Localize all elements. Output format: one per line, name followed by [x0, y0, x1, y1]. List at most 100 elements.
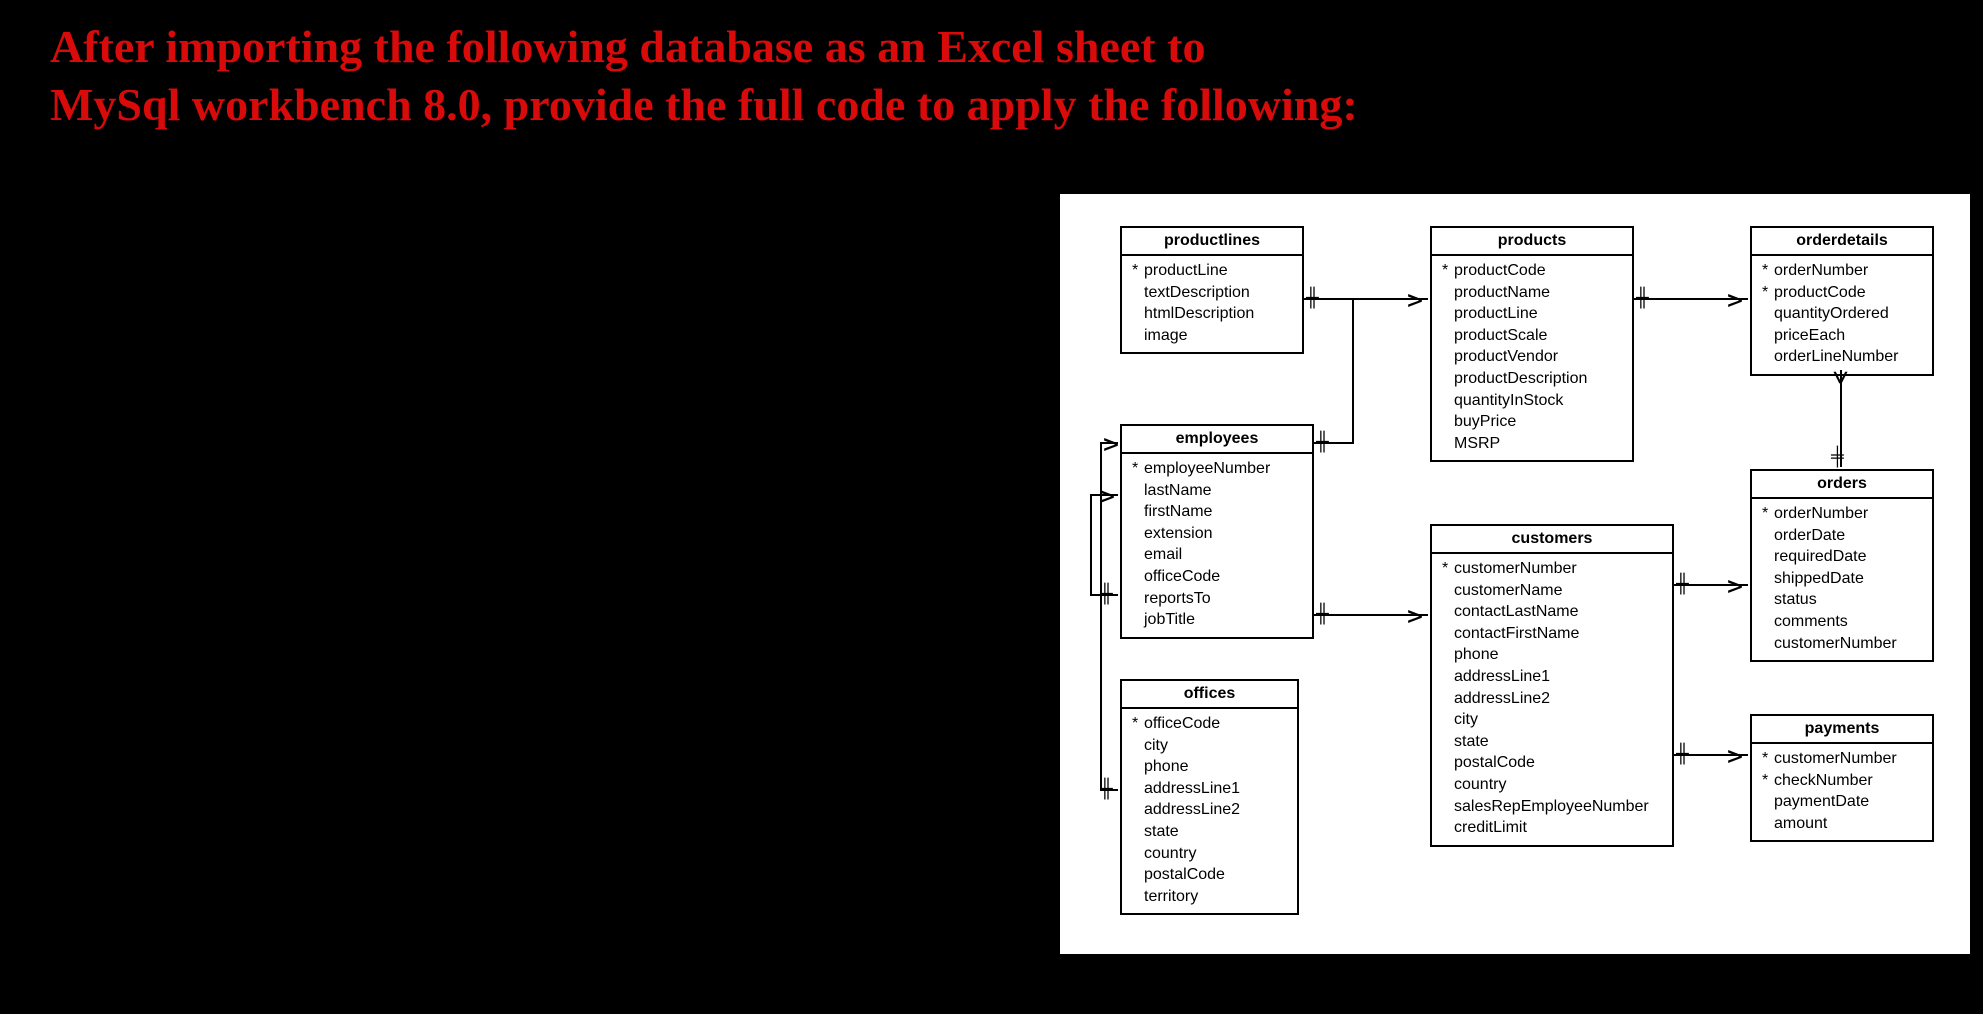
column-row: MSRP	[1442, 433, 1622, 455]
column-name: quantityInStock	[1454, 390, 1563, 412]
table-header: customers	[1432, 526, 1672, 554]
column-row: productLine	[1442, 303, 1622, 325]
pk-marker-icon	[1132, 609, 1140, 631]
column-row: creditLimit	[1442, 817, 1662, 839]
column-name: productLine	[1454, 303, 1538, 325]
column-row: postalCode	[1132, 864, 1287, 886]
pk-marker-icon: *	[1762, 282, 1770, 304]
pk-marker-icon	[1442, 774, 1450, 796]
pk-marker-icon	[1132, 480, 1140, 502]
column-name: reportsTo	[1144, 588, 1211, 610]
column-row: officeCode	[1132, 566, 1302, 588]
pk-marker-icon	[1442, 623, 1450, 645]
pk-marker-icon	[1442, 368, 1450, 390]
column-row: state	[1442, 731, 1662, 753]
column-row: htmlDescription	[1132, 303, 1292, 325]
column-row: phone	[1442, 644, 1662, 666]
table-columns: *officeCodecityphoneaddressLine1addressL…	[1122, 709, 1297, 913]
column-row: contactLastName	[1442, 601, 1662, 623]
column-name: jobTitle	[1144, 609, 1195, 631]
pk-marker-icon	[1442, 752, 1450, 774]
crowfoot-many-icon: ᐱ	[1096, 490, 1117, 502]
column-row: quantityInStock	[1442, 390, 1622, 412]
column-name: contactFirstName	[1454, 623, 1579, 645]
table-columns: *customerNumbercustomerNamecontactLastNa…	[1432, 554, 1672, 845]
page-root: After importing the following database a…	[0, 0, 1983, 1014]
column-name: extension	[1144, 523, 1213, 545]
pk-marker-icon	[1132, 544, 1140, 566]
column-row: status	[1762, 589, 1922, 611]
column-name: city	[1454, 709, 1478, 731]
column-row: customerNumber	[1762, 633, 1922, 655]
column-row: *productCode	[1442, 260, 1622, 282]
pk-marker-icon: *	[1442, 558, 1450, 580]
column-row: city	[1442, 709, 1662, 731]
crowfoot-one-icon: ╫	[1636, 287, 1649, 308]
column-name: lastName	[1144, 480, 1212, 502]
table-header: products	[1432, 228, 1632, 256]
table-header: orders	[1752, 471, 1932, 499]
column-row: textDescription	[1132, 282, 1292, 304]
crowfoot-many-icon: ᐱ	[1404, 294, 1425, 306]
column-name: postalCode	[1144, 864, 1225, 886]
column-name: customerNumber	[1774, 748, 1897, 770]
pk-marker-icon	[1132, 566, 1140, 588]
pk-marker-icon	[1132, 325, 1140, 347]
column-name: email	[1144, 544, 1182, 566]
pk-marker-icon	[1442, 390, 1450, 412]
pk-marker-icon	[1132, 821, 1140, 843]
pk-marker-icon	[1442, 666, 1450, 688]
column-row: *checkNumber	[1762, 770, 1922, 792]
pk-marker-icon: *	[1132, 458, 1140, 480]
pk-marker-icon	[1762, 589, 1770, 611]
column-name: addressLine2	[1144, 799, 1240, 821]
pk-marker-icon	[1442, 688, 1450, 710]
column-name: addressLine2	[1454, 688, 1550, 710]
table-columns: *productLinetextDescriptionhtmlDescripti…	[1122, 256, 1302, 352]
table-columns: *employeeNumberlastNamefirstNameextensio…	[1122, 454, 1312, 637]
column-name: country	[1144, 843, 1196, 865]
column-row: *orderNumber	[1762, 503, 1922, 525]
pk-marker-icon	[1442, 433, 1450, 455]
pk-marker-icon	[1442, 709, 1450, 731]
pk-marker-icon	[1442, 580, 1450, 602]
pk-marker-icon	[1762, 325, 1770, 347]
crowfoot-many-icon: ᐱ	[1404, 610, 1425, 622]
column-row: addressLine1	[1442, 666, 1662, 688]
table-header: orderdetails	[1752, 228, 1932, 256]
column-row: country	[1132, 843, 1287, 865]
column-name: phone	[1144, 756, 1189, 778]
pk-marker-icon	[1132, 843, 1140, 865]
column-name: MSRP	[1454, 433, 1500, 455]
column-row: jobTitle	[1132, 609, 1302, 631]
pk-marker-icon	[1132, 735, 1140, 757]
column-name: productName	[1454, 282, 1550, 304]
column-row: orderDate	[1762, 525, 1922, 547]
table-productlines: productlines *productLinetextDescription…	[1120, 226, 1304, 354]
column-name: creditLimit	[1454, 817, 1527, 839]
column-name: addressLine1	[1454, 666, 1550, 688]
column-name: contactLastName	[1454, 601, 1579, 623]
table-header: payments	[1752, 716, 1932, 744]
pk-marker-icon	[1442, 644, 1450, 666]
column-name: state	[1454, 731, 1489, 753]
column-row: contactFirstName	[1442, 623, 1662, 645]
pk-marker-icon	[1762, 813, 1770, 835]
column-name: amount	[1774, 813, 1827, 835]
column-name: image	[1144, 325, 1188, 347]
column-name: addressLine1	[1144, 778, 1240, 800]
pk-marker-icon	[1132, 799, 1140, 821]
column-row: paymentDate	[1762, 791, 1922, 813]
crowfoot-one-icon: ╫	[1100, 778, 1113, 799]
table-header: employees	[1122, 426, 1312, 454]
pk-marker-icon: *	[1762, 260, 1770, 282]
pk-marker-icon	[1442, 325, 1450, 347]
column-row: *productCode	[1762, 282, 1922, 304]
pk-marker-icon	[1762, 346, 1770, 368]
table-payments: payments *customerNumber*checkNumberpaym…	[1750, 714, 1934, 842]
column-row: *employeeNumber	[1132, 458, 1302, 480]
rel-stub	[1352, 298, 1354, 444]
column-row: amount	[1762, 813, 1922, 835]
column-row: territory	[1132, 886, 1287, 908]
column-row: email	[1132, 544, 1302, 566]
